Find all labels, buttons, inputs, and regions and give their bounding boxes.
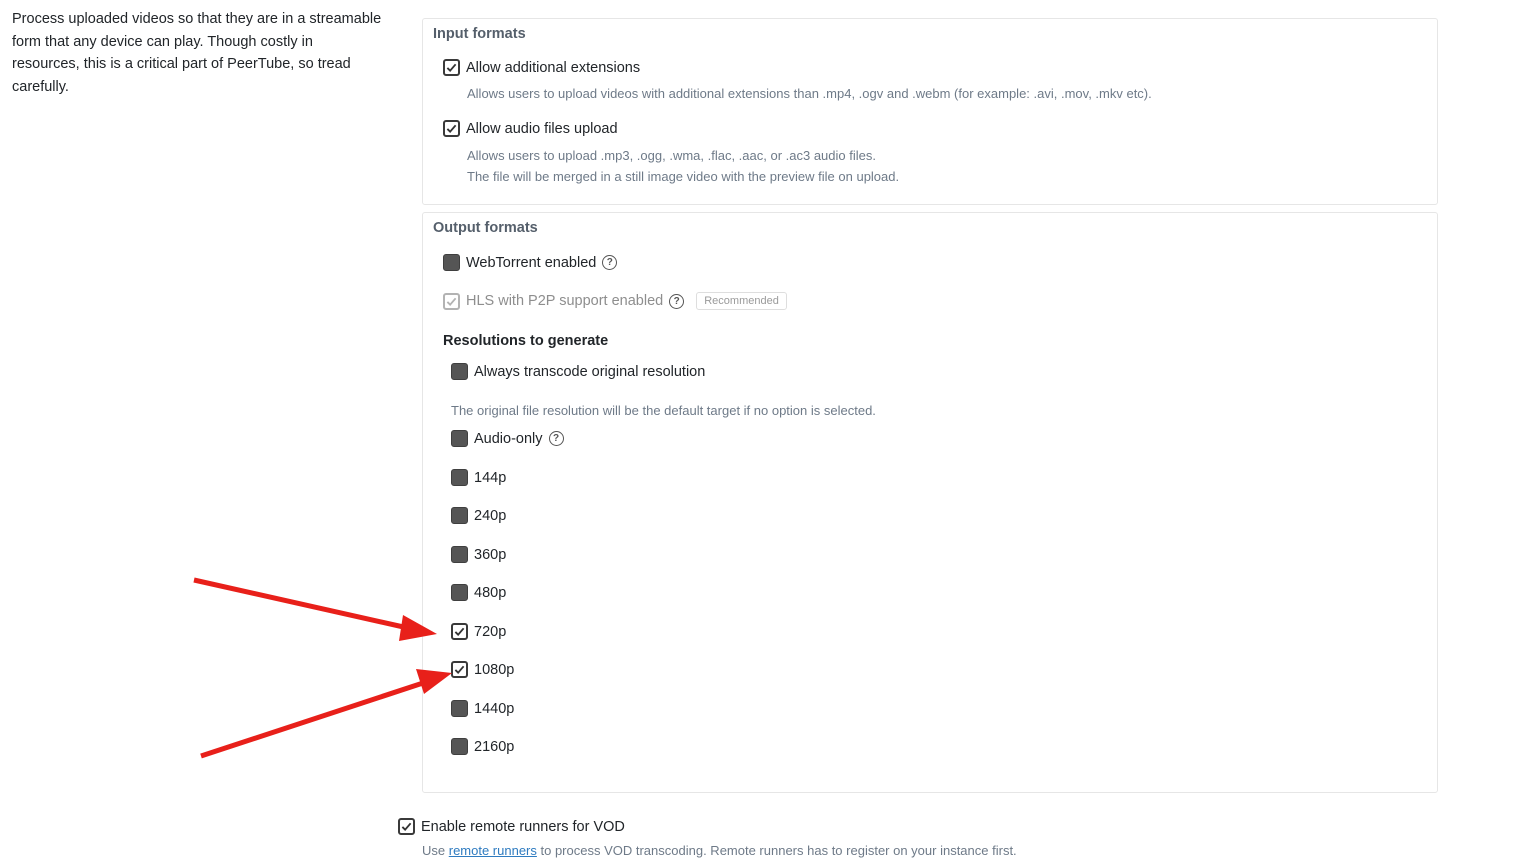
remote-runners-link[interactable]: remote runners (449, 843, 537, 858)
resolution-720p-label: 720p (474, 623, 507, 640)
resolution-240p-checkbox[interactable] (451, 507, 468, 524)
allow-audio-files-checkbox[interactable] (443, 120, 460, 137)
webtorrent-checkbox[interactable] (443, 254, 460, 271)
remote-runners-checkbox[interactable] (398, 818, 415, 835)
check-icon (454, 627, 465, 637)
always-transcode-row[interactable]: Always transcode original resolution (451, 363, 705, 380)
resolution-1080p-label: 1080p (474, 661, 515, 678)
allow-audio-files-help-line1: Allows users to upload .mp3, .ogg, .wma,… (467, 148, 876, 163)
help-icon[interactable]: ? (548, 431, 564, 446)
resolution-2160p-checkbox[interactable] (451, 738, 468, 755)
transcoding-description: Process uploaded videos so that they are… (12, 11, 382, 95)
help-icon[interactable]: ? (602, 255, 618, 270)
hls-label: HLS with P2P support enabled (466, 293, 664, 309)
resolution-360p-checkbox[interactable] (451, 546, 468, 563)
check-icon (446, 297, 457, 306)
allow-additional-extensions-label: Allow additional extensions (466, 59, 641, 76)
resolution-144p-label: 144p (474, 469, 507, 486)
resolution-2160p-label: 2160p (474, 738, 515, 755)
remote-runners-label: Enable remote runners for VOD (421, 818, 625, 835)
arrow-to-720p (193, 577, 437, 641)
input-formats-legend: Input formats (433, 26, 526, 42)
arrow-to-1080p (200, 669, 452, 759)
hls-checkbox (443, 292, 460, 310)
check-icon (401, 822, 412, 832)
audio-only-label: Audio-only (474, 430, 543, 447)
resolution-1440p-label: 1440p (474, 700, 515, 717)
check-icon (446, 63, 457, 73)
resolution-1080p-checkbox[interactable] (451, 661, 468, 678)
allow-audio-files-row[interactable]: Allow audio files upload (443, 120, 618, 137)
help-icon[interactable]: ? (669, 293, 685, 309)
webtorrent-label: WebTorrent enabled (466, 254, 597, 271)
allow-additional-extensions-row[interactable]: Allow additional extensions (443, 59, 640, 76)
allow-additional-extensions-checkbox[interactable] (443, 59, 460, 76)
resolution-2160p-row[interactable]: 2160p (451, 738, 514, 755)
allow-audio-files-label: Allow audio files upload (466, 120, 618, 137)
resolution-1080p-row[interactable]: 1080p (451, 661, 514, 678)
input-formats-fieldset: Input formats Allow additional extension… (422, 18, 1438, 205)
always-transcode-checkbox[interactable] (451, 363, 468, 380)
output-formats-fieldset: Output formats WebTorrent enabled ? HLS … (422, 212, 1438, 793)
resolution-360p-label: 360p (474, 546, 507, 563)
check-icon (446, 124, 457, 134)
output-formats-legend: Output formats (433, 220, 538, 236)
hls-row: HLS with P2P support enabled ? Recommend… (443, 292, 787, 310)
resolution-1440p-row[interactable]: 1440p (451, 700, 514, 717)
default-target-note: The original file resolution will be the… (451, 403, 876, 418)
audio-only-checkbox[interactable] (451, 430, 468, 447)
webtorrent-row[interactable]: WebTorrent enabled ? (443, 254, 618, 271)
recommended-badge: Recommended (696, 292, 787, 310)
resolutions-heading: Resolutions to generate (443, 333, 609, 349)
always-transcode-label: Always transcode original resolution (474, 363, 706, 380)
allow-additional-extensions-help: Allows users to upload videos with addit… (467, 86, 1152, 101)
resolution-144p-row[interactable]: 144p (451, 469, 506, 486)
audio-only-row[interactable]: Audio-only ? (451, 430, 564, 447)
resolution-480p-checkbox[interactable] (451, 584, 468, 601)
resolution-144p-checkbox[interactable] (451, 469, 468, 486)
resolution-240p-row[interactable]: 240p (451, 507, 506, 524)
resolution-480p-label: 480p (474, 584, 507, 601)
resolution-720p-row[interactable]: 720p (451, 623, 506, 640)
remote-runners-row[interactable]: Enable remote runners for VOD (398, 818, 625, 835)
resolution-360p-row[interactable]: 360p (451, 546, 506, 563)
resolution-720p-checkbox[interactable] (451, 623, 468, 640)
check-icon (454, 665, 465, 675)
remote-runners-help: Use remote runners to process VOD transc… (422, 840, 1017, 861)
remote-runners-help-suffix: to process VOD transcoding. Remote runne… (536, 843, 1017, 858)
resolution-1440p-checkbox[interactable] (451, 700, 468, 717)
remote-runners-help-prefix: Use (422, 843, 449, 858)
allow-audio-files-help-line2: The file will be merged in a still image… (467, 169, 900, 184)
resolution-240p-label: 240p (474, 507, 507, 524)
resolution-480p-row[interactable]: 480p (451, 584, 506, 601)
